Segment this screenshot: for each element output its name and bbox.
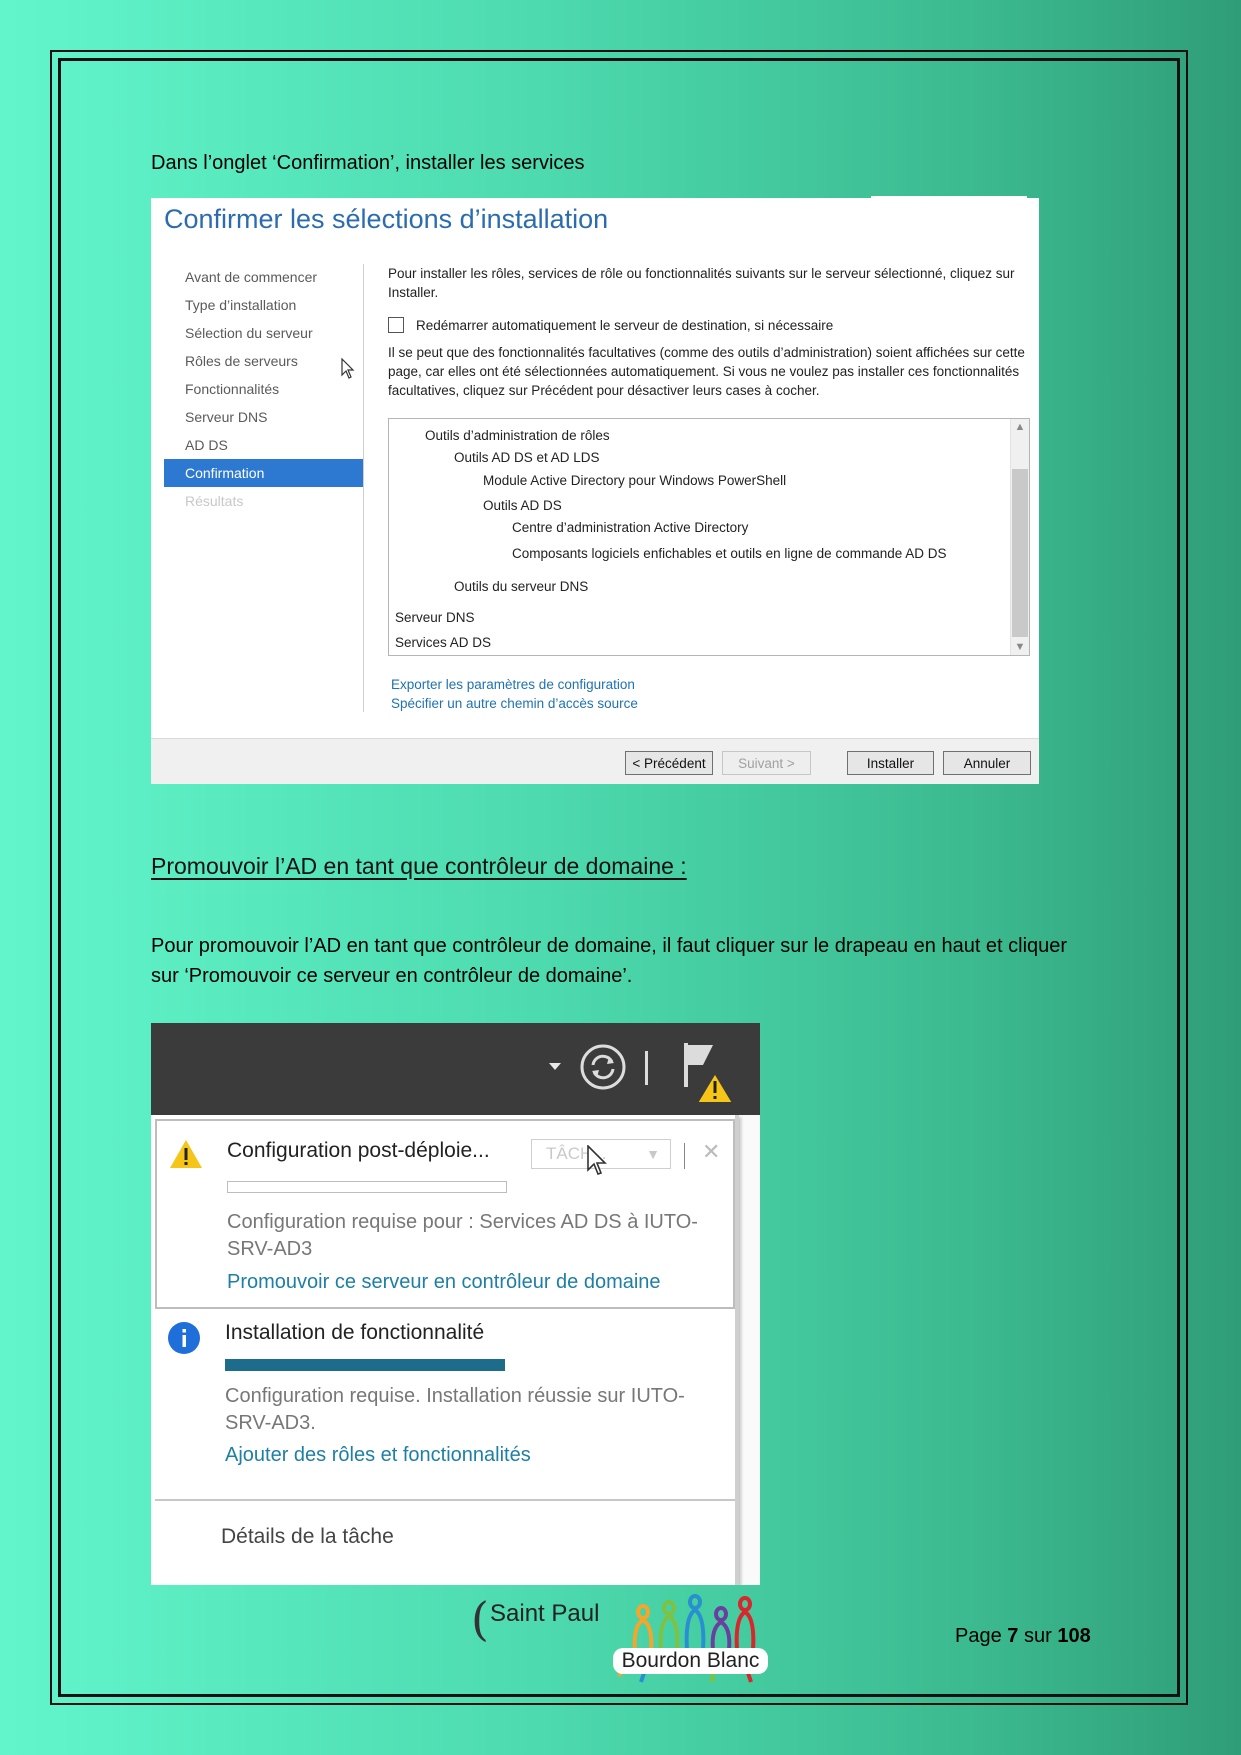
nav-item-ad-ds[interactable]: AD DS <box>164 431 364 459</box>
brand-name: Saint Paul <box>490 1600 600 1627</box>
list-item: Composants logiciels enfichables et outi… <box>512 546 947 561</box>
progress-bar <box>225 1359 505 1371</box>
nav-item-dns-server[interactable]: Serveur DNS <box>164 403 364 431</box>
nav-item-install-type[interactable]: Type d’installation <box>164 291 364 319</box>
notification-title: Configuration post-déploie... <box>227 1139 490 1162</box>
total-pages: 108 <box>1057 1625 1091 1647</box>
nav-item-results: Résultats <box>185 493 244 509</box>
nav-item-before-begin[interactable]: Avant de commencer <box>164 263 364 291</box>
brand-parenthesis: ( <box>471 1592 489 1646</box>
list-scrollbar[interactable]: ▲ ▼ <box>1010 419 1029 655</box>
nav-item-confirmation[interactable]: Confirmation <box>164 459 364 487</box>
progress-bar <box>227 1181 507 1193</box>
chevron-down-icon: ▼ <box>646 1146 660 1162</box>
list-item: Outils d’administration de rôles <box>425 428 610 443</box>
next-button: Suivant > <box>722 751 811 775</box>
progress-bar-fill <box>225 1359 505 1371</box>
previous-button[interactable]: < Précédent <box>625 751 713 775</box>
task-details-link[interactable]: Détails de la tâche <box>221 1525 394 1549</box>
card-separator <box>684 1143 685 1169</box>
selections-list: Outils d’administration de rôles Outils … <box>388 418 1030 656</box>
install-button[interactable]: Installer <box>847 751 934 775</box>
logo-figures-icon <box>617 1594 756 1683</box>
refresh-icon[interactable] <box>579 1043 627 1091</box>
flag-warning-icon[interactable] <box>681 1043 735 1105</box>
redacted-area <box>871 196 1027 238</box>
info-icon <box>168 1322 200 1354</box>
list-item: Module Active Directory pour Windows Pow… <box>483 473 787 488</box>
intro-text: Dans l’onglet ‘Confirmation’, installer … <box>151 152 585 174</box>
notifications-screenshot: Configuration post-déploie... TÂCH... ▼ … <box>151 1023 760 1585</box>
current-page: 7 <box>1007 1625 1019 1647</box>
instruction-paragraph: Pour promouvoir l’AD en tant que contrôl… <box>151 935 1068 987</box>
promote-dc-link[interactable]: Promouvoir ce serveur en contrôleur de d… <box>227 1271 661 1294</box>
list-item: Outils AD DS et AD LDS <box>454 450 600 465</box>
page-separator: sur <box>1023 1625 1052 1647</box>
add-roles-features-link[interactable]: Ajouter des rôles et fonctionnalités <box>225 1444 531 1467</box>
mouse-cursor-icon <box>341 358 355 379</box>
nav-item-features[interactable]: Fonctionnalités <box>164 375 364 403</box>
restart-checkbox-label: Redémarrer automatiquement le serveur de… <box>416 317 834 333</box>
background-window <box>741 1115 760 1585</box>
wizard-description: Pour installer les rôles, services de rô… <box>388 266 1015 300</box>
section-heading: Promouvoir l’AD en tant que contrôleur d… <box>151 853 687 879</box>
nav-item-server-roles[interactable]: Rôles de serveurs <box>164 347 364 375</box>
panel-divider <box>155 1499 735 1501</box>
warning-icon <box>170 1140 202 1168</box>
toolbar-separator <box>645 1051 648 1085</box>
list-item: Serveur DNS <box>395 610 475 625</box>
notification-message: Configuration requise pour : Services AD… <box>227 1211 698 1260</box>
wizard-footer: < Précédent Suivant > Installer Annuler <box>151 738 1039 784</box>
list-item: Outils du serveur DNS <box>454 579 589 594</box>
notification-card-postdeploy: Configuration post-déploie... TÂCH... ▼ … <box>155 1119 735 1309</box>
notification-card-feature-install: Installation de fonctionnalité Configura… <box>155 1311 735 1511</box>
dropdown-arrow-icon[interactable] <box>549 1063 561 1071</box>
mouse-cursor-icon <box>587 1145 607 1175</box>
cancel-button[interactable]: Annuler <box>943 751 1031 775</box>
list-item: Centre d’administration Active Directory <box>512 520 749 535</box>
wizard-screenshot: Confirmer les sélections d’installation … <box>151 196 1039 784</box>
nav-separator <box>363 264 364 712</box>
list-item: Outils AD DS <box>483 498 562 513</box>
restart-checkbox[interactable]: Redémarrer automatiquement le serveur de… <box>388 317 833 333</box>
scroll-down-icon[interactable]: ▼ <box>1011 641 1029 653</box>
wizard-nav: Avant de commencer Type d’installation S… <box>164 263 364 515</box>
checkbox-box[interactable] <box>388 317 404 333</box>
scroll-up-icon[interactable]: ▲ <box>1011 421 1029 433</box>
nav-item-server-selection[interactable]: Sélection du serveur <box>164 319 364 347</box>
notification-message: Configuration requise. Installation réus… <box>225 1385 685 1434</box>
school-logo: Bourdon Blanc <box>611 1590 771 1695</box>
close-icon[interactable]: ✕ <box>702 1139 720 1165</box>
page-prefix: Page <box>955 1625 1002 1647</box>
notification-title: Installation de fonctionnalité <box>225 1321 485 1344</box>
page-number: Page 7 sur 108 <box>955 1625 1091 1648</box>
wizard-note: Il se peut que des fonctionnalités facul… <box>388 345 1025 398</box>
wizard-title: Confirmer les sélections d’installation <box>164 204 609 234</box>
logo-text: Bourdon Blanc <box>613 1648 768 1674</box>
server-manager-toolbar <box>151 1023 760 1115</box>
export-config-link[interactable]: Exporter les paramètres de configuration <box>391 677 635 692</box>
alt-source-path-link[interactable]: Spécifier un autre chemin d’accès source <box>391 696 638 711</box>
list-item: Services AD DS <box>395 635 492 650</box>
scrollbar-thumb[interactable] <box>1012 469 1028 637</box>
